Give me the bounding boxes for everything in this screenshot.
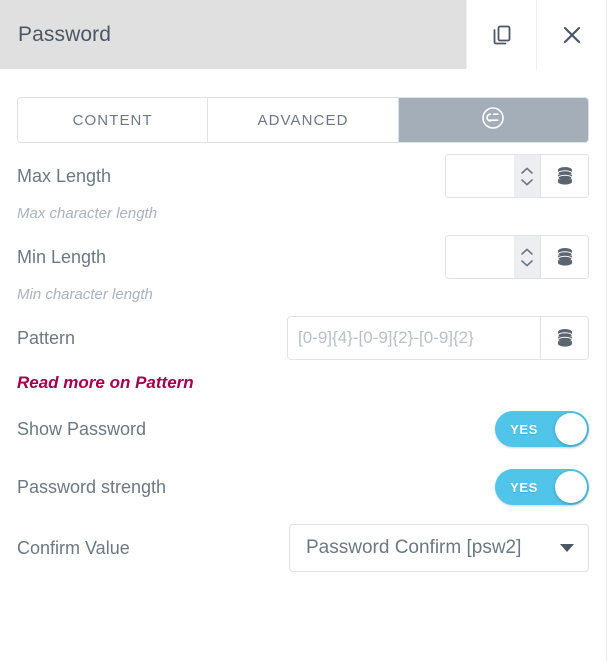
panel-header: Password xyxy=(0,0,606,69)
toggle-knob xyxy=(555,413,587,445)
min-length-hint: Min character length xyxy=(17,286,153,303)
show-password-control: YES xyxy=(495,411,589,447)
row-pattern: Pattern xyxy=(17,315,589,361)
row-password-strength: Password strength YES xyxy=(17,461,589,513)
toggle-knob xyxy=(555,471,587,503)
max-length-control xyxy=(445,154,589,198)
show-password-toggle[interactable]: YES xyxy=(495,411,589,447)
close-button[interactable] xyxy=(536,0,606,69)
chevron-down-icon xyxy=(560,544,574,552)
database-icon xyxy=(556,247,574,267)
page-title: Password xyxy=(18,22,112,46)
password-settings-panel: Password CONTENT ADVANCED Max Length Max… xyxy=(0,0,607,661)
row-max-length: Max Length xyxy=(17,153,589,199)
password-strength-control: YES xyxy=(495,469,589,505)
min-length-field xyxy=(446,236,540,278)
tab-content[interactable]: CONTENT xyxy=(18,98,209,142)
tab-advanced[interactable]: ADVANCED xyxy=(208,98,399,142)
database-icon xyxy=(556,328,574,348)
tab-elementor[interactable] xyxy=(398,98,588,142)
read-more-on-pattern-link[interactable]: Read more on Pattern xyxy=(17,369,194,393)
confirm-value-selected: Password Confirm [psw2] xyxy=(306,537,522,558)
show-password-label: Show Password xyxy=(17,418,147,439)
confirm-value-select[interactable]: Password Confirm [psw2] xyxy=(289,524,589,572)
show-password-toggle-state: YES xyxy=(510,421,538,437)
close-icon xyxy=(560,23,584,47)
pattern-dynamic-button[interactable] xyxy=(540,317,588,359)
copy-icon xyxy=(490,23,514,47)
max-length-field xyxy=(446,155,540,197)
row-min-length: Min Length xyxy=(17,234,589,280)
max-length-dynamic-button[interactable] xyxy=(540,155,588,197)
confirm-value-control: Password Confirm [psw2] xyxy=(289,524,589,572)
max-length-hint: Max character length xyxy=(17,205,158,222)
row-confirm-value: Confirm Value Password Confirm [psw2] xyxy=(17,519,589,577)
elementor-logo-icon xyxy=(481,106,505,134)
min-length-label: Min Length xyxy=(17,246,107,267)
pattern-input[interactable] xyxy=(288,317,540,359)
max-length-label: Max Length xyxy=(17,165,112,186)
row-show-password: Show Password YES xyxy=(17,403,589,455)
panel-tabs: CONTENT ADVANCED xyxy=(0,69,606,143)
password-strength-label: Password strength xyxy=(17,476,167,497)
pattern-control xyxy=(287,316,589,360)
password-strength-toggle[interactable]: YES xyxy=(495,469,589,505)
pattern-label: Pattern xyxy=(17,327,76,348)
confirm-value-label: Confirm Value xyxy=(17,537,130,558)
min-length-control xyxy=(445,235,589,279)
max-length-spinner[interactable] xyxy=(514,155,540,197)
pattern-field xyxy=(288,317,540,359)
min-length-dynamic-button[interactable] xyxy=(540,236,588,278)
duplicate-button[interactable] xyxy=(466,0,536,69)
min-length-spinner[interactable] xyxy=(514,236,540,278)
panel-body: Max Length Max character length Min Leng… xyxy=(0,143,606,577)
database-icon xyxy=(556,166,574,186)
password-strength-toggle-state: YES xyxy=(510,479,538,495)
